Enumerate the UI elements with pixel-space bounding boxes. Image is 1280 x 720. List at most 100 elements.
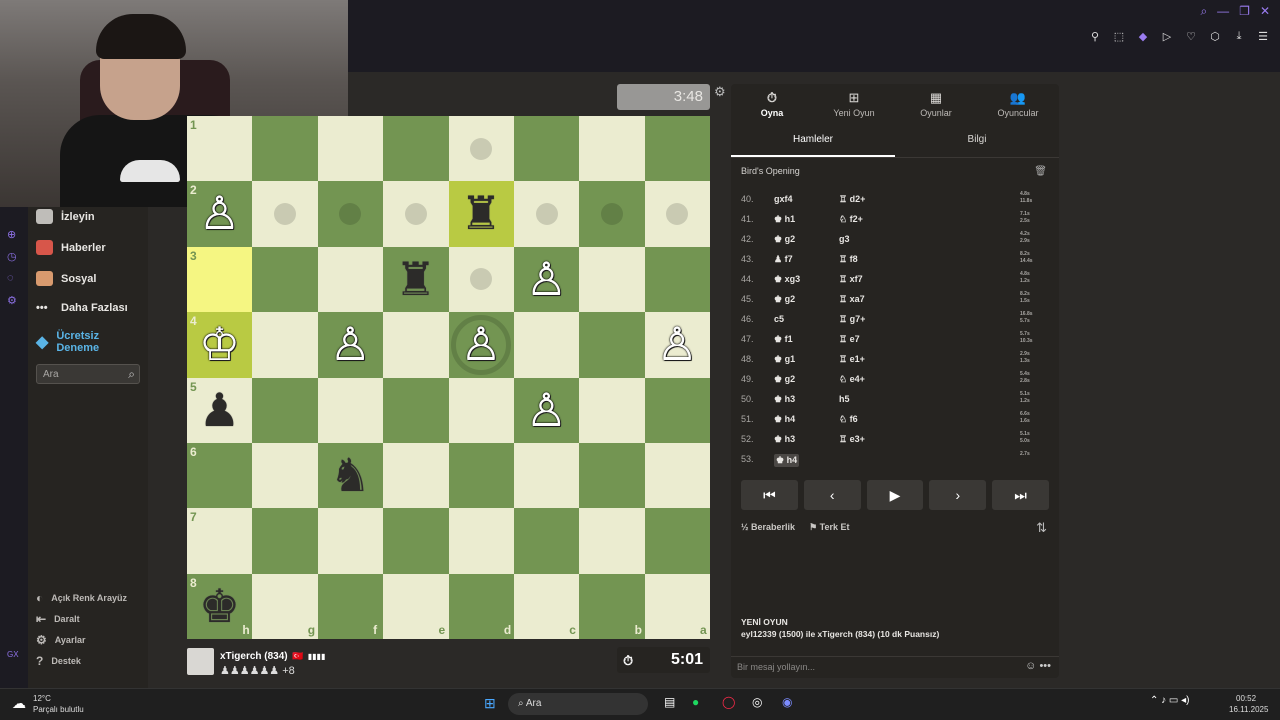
square-a7[interactable]	[644, 508, 710, 574]
square-c4[interactable]	[513, 312, 580, 378]
history-icon[interactable]: ◷	[7, 250, 17, 263]
minimize-icon[interactable]: —	[1217, 4, 1229, 19]
black-move[interactable]: ♖ e3+	[839, 434, 865, 445]
sidebar-item-more[interactable]: ••• Daha Fazlası	[36, 302, 128, 314]
avatar[interactable]	[187, 647, 214, 675]
square-g1[interactable]	[252, 116, 318, 182]
last-move-button[interactable]: ⏭	[992, 480, 1049, 510]
square-e6[interactable]	[383, 442, 449, 509]
white-move[interactable]: ♚ h1	[774, 214, 795, 225]
tab-moves[interactable]: Hamleler	[731, 130, 895, 157]
black-piece-d2[interactable]: ♜	[449, 181, 514, 246]
square-b5[interactable]	[579, 377, 645, 443]
move-hint-dot[interactable]	[470, 137, 493, 160]
white-move[interactable]: ♚ h3	[774, 434, 795, 445]
download-icon[interactable]: ⤓	[1232, 30, 1246, 43]
resign-button[interactable]: ⚑ Terk Et	[809, 522, 849, 533]
black-move[interactable]: h5	[839, 394, 850, 404]
black-move[interactable]: ♖ xf7	[839, 274, 863, 285]
square-g6[interactable]	[252, 442, 318, 509]
previous-move-button[interactable]: ‹	[803, 480, 861, 510]
next-move-button[interactable]: ›	[929, 480, 987, 510]
discord-icon[interactable]: ◉	[782, 695, 792, 709]
sidebar-item-social[interactable]: Sosyal	[36, 271, 96, 286]
black-move[interactable]: ♖ f8	[839, 254, 858, 265]
board-settings-icon[interactable]: ⚙	[714, 84, 726, 100]
square-c6[interactable]	[513, 442, 580, 509]
chess-board[interactable]: 1 2 3 4 5 6 7 8 h g f e d c b a ♙ ♜ ♜ ♙ ♔ ♙ ♙ ♙ ♟ ♙ ♞ ♚	[187, 116, 710, 639]
move-hint-dot[interactable]	[600, 203, 623, 226]
square-e7[interactable]	[383, 508, 449, 574]
opening-name[interactable]: Bird's Opening	[741, 166, 800, 176]
white-piece-d4[interactable]: ♙	[449, 312, 514, 377]
restore-icon[interactable]: ❐	[1239, 4, 1250, 19]
flip-board-icon[interactable]: ⇅	[1036, 520, 1047, 536]
square-a6[interactable]	[644, 442, 710, 509]
square-g3[interactable]	[252, 246, 318, 313]
trash-icon[interactable]: 🗑	[1034, 166, 1047, 177]
add-icon[interactable]: ⊕	[7, 228, 16, 241]
square-g4[interactable]	[252, 312, 318, 378]
white-move[interactable]: ♚ xg3	[774, 274, 800, 285]
first-move-button[interactable]: ⏮	[741, 480, 798, 510]
square-b4[interactable]	[579, 312, 645, 378]
sidebar-item-support[interactable]: ? Destek	[36, 654, 81, 668]
square-f5[interactable]	[317, 377, 384, 443]
search-icon[interactable]: ⌕	[1200, 4, 1207, 19]
square-d7[interactable]	[448, 508, 514, 574]
black-move[interactable]: ♘ f6	[839, 414, 858, 425]
white-move[interactable]: ♚ h4	[774, 414, 795, 425]
draw-button[interactable]: ½ Beraberlik	[741, 522, 795, 533]
play-icon[interactable]: ▷	[1160, 30, 1174, 43]
snapshot-icon[interactable]: ⬚	[1112, 30, 1126, 43]
square-g7[interactable]	[252, 508, 318, 574]
menu-icon[interactable]: ☰	[1256, 30, 1270, 43]
play-button[interactable]: ▶	[866, 480, 924, 510]
square-f3[interactable]	[317, 246, 384, 313]
square-a1[interactable]	[644, 116, 710, 182]
white-move[interactable]: ♚ g2	[774, 234, 795, 245]
sidebar-item-watch[interactable]: İzleyin	[36, 209, 95, 224]
tab-new-game[interactable]: ⊞ Yeni Oyun	[813, 84, 895, 122]
square-d6[interactable]	[448, 442, 514, 509]
sidebar-item-collapse[interactable]: ⇤ Daralt	[36, 612, 80, 626]
square-c7[interactable]	[513, 508, 580, 574]
square-d5[interactable]	[448, 377, 514, 443]
spotify-icon[interactable]: ●	[692, 695, 699, 709]
black-move[interactable]: ♖ d2+	[839, 194, 865, 205]
square-b7[interactable]	[579, 508, 645, 574]
shield-icon[interactable]: ◆	[1136, 30, 1150, 43]
square-a5[interactable]	[644, 377, 710, 443]
tab-info[interactable]: Bilgi	[895, 130, 1059, 157]
sidebar-search-input[interactable]: Ara ⌕	[36, 364, 140, 384]
extensions-icon[interactable]: ⬡	[1208, 30, 1222, 43]
move-hint-dot[interactable]	[535, 203, 558, 226]
heart-icon[interactable]: ♡	[1184, 30, 1198, 43]
start-icon[interactable]: ⊞	[484, 695, 496, 712]
square-e5[interactable]	[383, 377, 449, 443]
sidebar-item-light-theme[interactable]: ◐ Açık Renk Arayüz	[36, 591, 127, 605]
square-b1[interactable]	[579, 116, 645, 182]
move-hint-dot[interactable]	[404, 203, 427, 226]
files-icon[interactable]: ▤	[664, 695, 675, 709]
gx-icon[interactable]: GX	[7, 650, 19, 659]
white-piece-h4[interactable]: ♔	[187, 312, 252, 377]
black-move[interactable]: ♖ e7	[839, 334, 860, 345]
tab-players[interactable]: 👥 Oyuncular	[977, 84, 1059, 122]
square-c1[interactable]	[513, 116, 580, 182]
black-piece-h5[interactable]: ♟	[187, 378, 252, 443]
black-piece-f6[interactable]: ♞	[318, 443, 383, 508]
white-move[interactable]: ♚ h3	[774, 394, 795, 405]
player-name[interactable]: xTigerch (834)	[220, 651, 288, 662]
sidebar-item-settings[interactable]: ⚙ Ayarlar	[36, 633, 85, 647]
white-move[interactable]: gxf4	[774, 194, 793, 204]
close-icon[interactable]: ✕	[1260, 4, 1270, 19]
chat-input[interactable]: Bir mesaj yollayın... ☺ •••	[731, 656, 1059, 678]
square-g5[interactable]	[252, 377, 318, 443]
emoji-icon[interactable]: ☺ •••	[1025, 660, 1051, 672]
square-b3[interactable]	[579, 246, 645, 313]
square-a3[interactable]	[644, 246, 710, 313]
square-f1[interactable]	[317, 116, 384, 182]
black-move[interactable]: ♖ xa7	[839, 294, 865, 305]
white-move[interactable]: ♚ g2	[774, 374, 795, 385]
